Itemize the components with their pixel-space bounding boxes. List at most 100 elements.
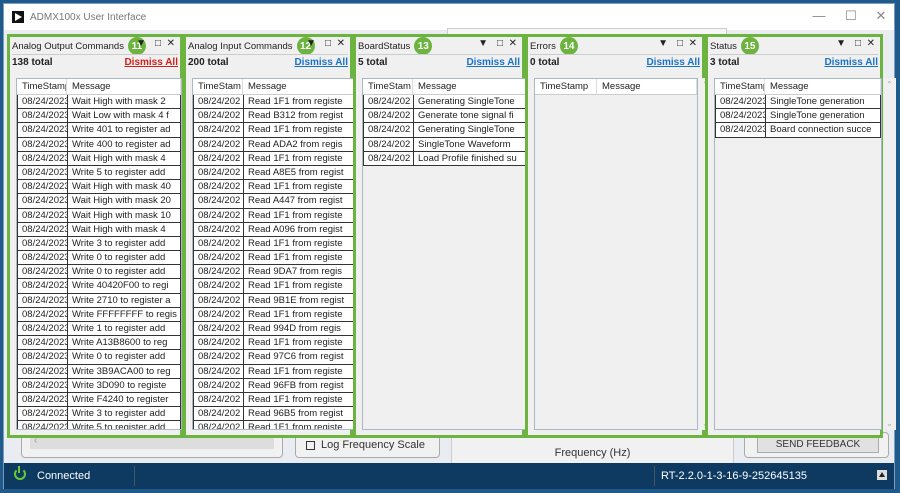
close-icon[interactable]: ✕ xyxy=(689,38,697,49)
table-row[interactable]: 08/24/2023 Write 0 to register add xyxy=(17,251,181,266)
table-row[interactable]: 08/24/202 Read A8E5 from regist xyxy=(193,165,357,181)
panel-header[interactable]: BoardStatus 13 ▼ □ ✕ xyxy=(358,37,520,55)
dismiss-all-link[interactable]: Dismiss All xyxy=(646,57,700,68)
table-row[interactable]: 08/24/2023 Wait High with mask 4 xyxy=(17,151,181,166)
table-row[interactable]: 08/24/2023 Write 3D090 to registe xyxy=(17,378,181,393)
panel-header[interactable]: Analog Input Commands 12 ▼ □ ✕ xyxy=(188,37,348,55)
maximize-icon[interactable]: □ xyxy=(855,38,861,49)
table-row[interactable]: 08/24/202 Read 1F1 from registe xyxy=(193,208,357,223)
table-row[interactable]: 08/24/2023 Write 3 to register add xyxy=(17,407,181,422)
table-row[interactable]: 08/24/2023 SingleTone generation xyxy=(715,95,881,110)
table-row[interactable]: 08/24/202 Generate tone signal fi xyxy=(363,109,531,124)
maximize-icon[interactable]: □ xyxy=(497,38,503,49)
table-row[interactable]: 08/24/2023 Wait High with mask 2 xyxy=(17,95,181,110)
table-row[interactable]: 08/24/202 Read 1F1 from registe xyxy=(193,180,357,195)
maximize-icon[interactable]: □ xyxy=(325,38,331,49)
dismiss-all-link[interactable]: Dismiss All xyxy=(466,57,520,68)
column-header-timestamp[interactable]: TimeStamp xyxy=(535,79,597,94)
table-row[interactable]: 08/24/2023 Write 3 to register add xyxy=(17,236,181,252)
dropdown-icon[interactable]: ▼ xyxy=(478,38,488,49)
table-row[interactable]: 08/24/2023 Wait Low with mask 4 f xyxy=(17,109,181,124)
table-row[interactable]: 08/24/202 Read 1F1 from registe xyxy=(193,123,357,138)
table-row[interactable]: 08/24/2023 Write FFFFFFFF to regis xyxy=(17,307,181,322)
table-row[interactable]: 08/24/202 Read 1F1 from registe xyxy=(193,95,357,110)
maximize-button[interactable]: ☐ xyxy=(836,8,866,24)
column-header-message[interactable]: Message xyxy=(413,79,531,94)
minimize-button[interactable]: — xyxy=(804,8,834,23)
column-header-timestamp[interactable]: TimeStamp xyxy=(715,79,765,94)
scroll-up-icon[interactable]: ⌃ xyxy=(886,80,893,89)
table-row[interactable]: 08/24/2023 Wait High with mask 40 xyxy=(17,180,181,195)
table-row[interactable]: 08/24/2023 Write A13B8600 to reg xyxy=(17,336,181,351)
column-header-message[interactable]: Message xyxy=(597,79,697,94)
table-row[interactable]: 08/24/202 Read 1F1 from registe xyxy=(193,251,357,266)
column-header-message[interactable]: Message xyxy=(67,79,181,94)
table-row[interactable]: 08/24/202 Load Profile finished su xyxy=(363,151,531,166)
table-row[interactable]: 08/24/202 Read 9DA7 from regis xyxy=(193,265,357,280)
column-header-timestamp[interactable]: TimeStam xyxy=(193,79,243,94)
vertical-scrollbar[interactable]: ⌃⌄ xyxy=(884,78,896,430)
expand-up-icon[interactable] xyxy=(877,470,887,480)
table-row[interactable]: 08/24/202 SingleTone Waveform xyxy=(363,137,531,152)
table-row[interactable]: 08/24/202 Read 1F1 from registe xyxy=(193,392,357,408)
panel-header[interactable]: Errors 14 ▼ □ ✕ xyxy=(530,37,700,55)
table-row[interactable]: 08/24/202 Read 1F1 from registe xyxy=(193,307,357,322)
close-icon[interactable]: ✕ xyxy=(509,38,517,49)
table-row[interactable]: 08/24/202 Read 1F1 from registe xyxy=(193,279,357,294)
table-row[interactable]: 08/24/202 Read 1F1 from registe xyxy=(193,364,357,379)
table-row[interactable]: 08/24/202 Read 96B5 from regist xyxy=(193,407,357,422)
table-row[interactable]: 08/24/202 Read ADA2 from regis xyxy=(193,137,357,152)
table-row[interactable]: 08/24/2023 Write 400 to register ad xyxy=(17,137,181,152)
dismiss-all-link[interactable]: Dismiss All xyxy=(294,57,348,68)
table-row[interactable]: 08/24/202 Read B312 from regist xyxy=(193,109,357,124)
send-feedback-button[interactable]: SEND FEEDBACK xyxy=(757,437,879,453)
dismiss-all-link[interactable]: Dismiss All xyxy=(824,57,878,68)
column-header-timestamp[interactable]: TimeStamp xyxy=(17,79,67,94)
table-row[interactable]: 08/24/2023 Write 2710 to register a xyxy=(17,293,181,308)
table-row[interactable]: 08/24/2023 Write 3B9ACA00 to reg xyxy=(17,364,181,379)
horizontal-scrollbar[interactable]: ‹ xyxy=(30,435,274,449)
dropdown-icon[interactable]: ▼ xyxy=(658,38,668,49)
dismiss-all-link[interactable]: Dismiss All xyxy=(124,57,178,68)
table-row[interactable]: 08/24/2023 Write 401 to register ad xyxy=(17,123,181,138)
table-row[interactable]: 08/24/2023 Write 0 to register add xyxy=(17,265,181,280)
table-row[interactable]: 08/24/202 Read 1F1 from registe xyxy=(193,421,357,429)
table-row[interactable]: 08/24/2023 Board connection succe xyxy=(715,123,881,138)
table-row[interactable]: 08/24/2023 Write 5 to register add xyxy=(17,421,181,429)
table-row[interactable]: 08/24/202 Read A096 from regist xyxy=(193,222,357,237)
table-row[interactable]: 08/24/2023 Write 1 to register add xyxy=(17,322,181,337)
table-row[interactable]: 08/24/2023 SingleTone generation xyxy=(715,109,881,124)
column-header-message[interactable]: Message xyxy=(765,79,881,94)
table-row[interactable]: 08/24/2023 Wait High with mask 20 xyxy=(17,194,181,209)
table-row[interactable]: 08/24/202 Generating SingleTone xyxy=(363,123,531,138)
table-row[interactable]: 08/24/2023 Write 40420F00 to regi xyxy=(17,279,181,294)
table-row[interactable]: 08/24/202 Generating SingleTone xyxy=(363,95,531,110)
panel-header[interactable]: Analog Output Commands 11 ▼ □ ✕ xyxy=(12,37,178,55)
close-icon[interactable]: ✕ xyxy=(167,38,175,49)
table-row[interactable]: 08/24/202 Read 96FB from regist xyxy=(193,378,357,393)
close-icon[interactable]: ✕ xyxy=(337,38,345,49)
table-row[interactable]: 08/24/202 Read 1F1 from registe xyxy=(193,236,357,252)
table-row[interactable]: 08/24/202 Read 97C6 from regist xyxy=(193,350,357,365)
scroll-down-icon[interactable]: ⌄ xyxy=(886,419,893,428)
column-header-timestamp[interactable]: TimeStam xyxy=(363,79,413,94)
dropdown-icon[interactable]: ▼ xyxy=(836,38,846,49)
table-row[interactable]: 08/24/2023 Write 0 to register add xyxy=(17,350,181,365)
close-button[interactable]: ✕ xyxy=(866,8,896,24)
maximize-icon[interactable]: □ xyxy=(677,38,683,49)
table-row[interactable]: 08/24/2023 Write 5 to register add xyxy=(17,165,181,181)
table-row[interactable]: 08/24/202 Read 1F1 from registe xyxy=(193,151,357,166)
panel-header[interactable]: Status 15 ▼ □ ✕ xyxy=(710,37,878,55)
close-icon[interactable]: ✕ xyxy=(867,38,875,49)
column-header-message[interactable]: Message xyxy=(243,79,357,94)
table-row[interactable]: 08/24/2023 Wait High with mask 4 xyxy=(17,222,181,237)
table-row[interactable]: 08/24/202 Read 994D from regis xyxy=(193,322,357,337)
table-row[interactable]: 08/24/2023 Wait High with mask 10 xyxy=(17,208,181,223)
table-row[interactable]: 08/24/202 Read 1F1 from registe xyxy=(193,336,357,351)
table-row[interactable]: 08/24/202 Read A447 from regist xyxy=(193,194,357,209)
dropdown-icon[interactable]: ▼ xyxy=(306,38,316,49)
dropdown-icon[interactable]: ▼ xyxy=(136,38,146,49)
table-row[interactable]: 08/24/202 Read 9B1E from regist xyxy=(193,293,357,308)
table-row[interactable]: 08/24/2023 Write F4240 to register xyxy=(17,392,181,408)
maximize-icon[interactable]: □ xyxy=(155,38,161,49)
